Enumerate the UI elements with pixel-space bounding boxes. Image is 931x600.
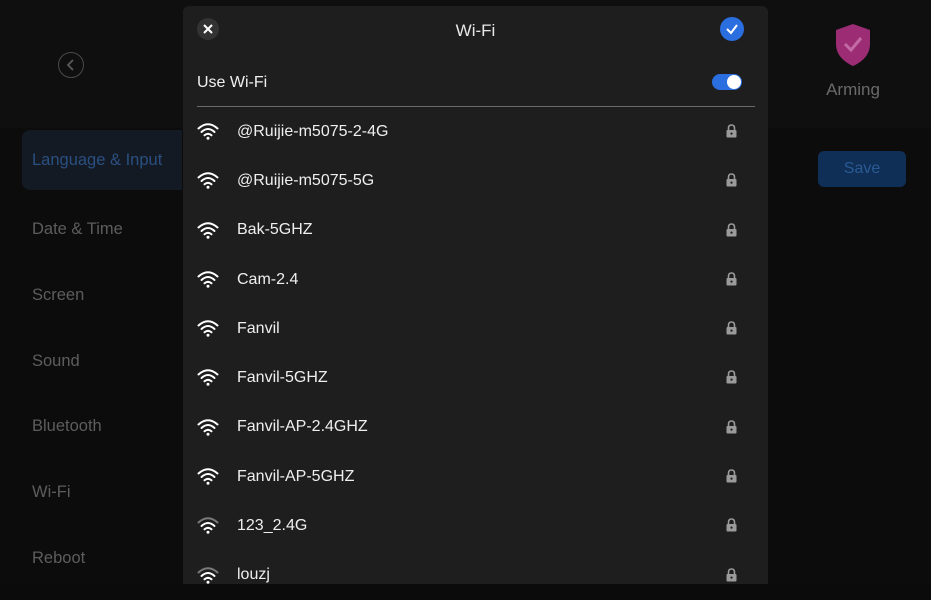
network-name: Bak-5GHZ [237, 221, 313, 239]
dialog-title: Wi-Fi [455, 21, 496, 40]
sidebar-item-label: Wi-Fi [32, 482, 71, 501]
settings-sidebar: Language & Input Date & Time Screen Soun… [0, 128, 182, 584]
sidebar-item-label: Screen [32, 285, 85, 304]
network-name: Fanvil-AP-2.4GHZ [237, 418, 368, 436]
save-button[interactable]: Save [818, 151, 906, 187]
network-item[interactable]: @Ruijie-m5075-5G [183, 156, 768, 205]
lock-icon [726, 321, 737, 335]
sidebar-item-bluetooth[interactable]: Bluetooth [22, 396, 182, 456]
wifi-signal-icon [197, 172, 219, 190]
arming-button[interactable]: Arming [808, 22, 898, 102]
lock-icon [726, 469, 737, 483]
sidebar-item-sound[interactable]: Sound [22, 331, 182, 391]
lock-icon [726, 272, 737, 286]
toggle-knob [727, 75, 741, 89]
network-name: Fanvil [237, 319, 280, 337]
lock-icon [726, 370, 737, 384]
use-wifi-toggle[interactable] [712, 74, 742, 90]
wifi-signal-icon [197, 221, 219, 239]
back-button[interactable] [58, 52, 84, 78]
network-list: @Ruijie-m5075-2-4G @Ruijie-m5075-5G Bak-5G… [183, 107, 768, 600]
wifi-signal-icon [197, 123, 219, 140]
network-item[interactable]: Cam-2.4 [183, 255, 768, 304]
wifi-signal-icon [197, 271, 219, 288]
chevron-left-icon [66, 59, 74, 71]
network-item[interactable]: louzj [183, 551, 768, 600]
wifi-signal-icon [197, 369, 219, 387]
wifi-dialog: Wi-Fi Use Wi-Fi @Ruijie-m5075-2-4G @Ruiji… [183, 6, 768, 584]
sidebar-item-wifi[interactable]: Wi-Fi [22, 462, 182, 522]
shield-check-icon [836, 24, 870, 66]
lock-icon [726, 124, 737, 138]
lock-icon [726, 518, 737, 532]
sidebar-item-date-time[interactable]: Date & Time [22, 199, 182, 259]
network-name: @Ruijie-m5075-5G [237, 171, 375, 189]
use-wifi-label: Use Wi-Fi [197, 74, 268, 91]
network-item[interactable]: Fanvil [183, 304, 768, 353]
network-name: @Ruijie-m5075-2-4G [237, 122, 389, 140]
network-item[interactable]: 123_2.4G [183, 501, 768, 550]
network-name: louzj [237, 566, 270, 584]
sidebar-item-label: Date & Time [32, 219, 123, 238]
wifi-signal-icon [197, 468, 219, 485]
sidebar-item-label: Reboot [32, 548, 86, 567]
use-wifi-row: Use Wi-Fi [197, 65, 755, 101]
arming-label: Arming [826, 80, 880, 99]
network-item[interactable]: Fanvil-5GHZ [183, 353, 768, 402]
lock-icon [726, 567, 737, 582]
sidebar-item-screen[interactable]: Screen [22, 265, 182, 325]
network-name: Cam-2.4 [237, 270, 299, 288]
lock-icon [726, 419, 737, 434]
lock-icon [726, 222, 737, 237]
sidebar-item-label: Sound [32, 351, 80, 370]
network-item[interactable]: Fanvil-AP-2.4GHZ [183, 403, 768, 452]
network-item[interactable]: @Ruijie-m5075-2-4G [183, 107, 768, 156]
wifi-signal-icon [197, 320, 219, 337]
lock-icon [726, 173, 737, 187]
check-icon [726, 24, 738, 35]
wifi-signal-icon [197, 419, 219, 436]
network-name: 123_2.4G [237, 517, 308, 535]
wifi-signal-icon [197, 566, 219, 584]
sidebar-item-language-input[interactable]: Language & Input [22, 130, 182, 190]
network-item[interactable]: Fanvil-AP-5GHZ [183, 452, 768, 501]
sidebar-item-label: Language & Input [32, 150, 163, 169]
network-name: Fanvil-5GHZ [237, 369, 328, 387]
network-item[interactable]: Bak-5GHZ [183, 206, 768, 255]
network-name: Fanvil-AP-5GHZ [237, 467, 355, 485]
sidebar-item-reboot[interactable]: Reboot [22, 528, 182, 588]
confirm-button[interactable] [720, 17, 744, 41]
wifi-signal-icon [197, 517, 219, 535]
sidebar-item-label: Bluetooth [32, 416, 102, 435]
